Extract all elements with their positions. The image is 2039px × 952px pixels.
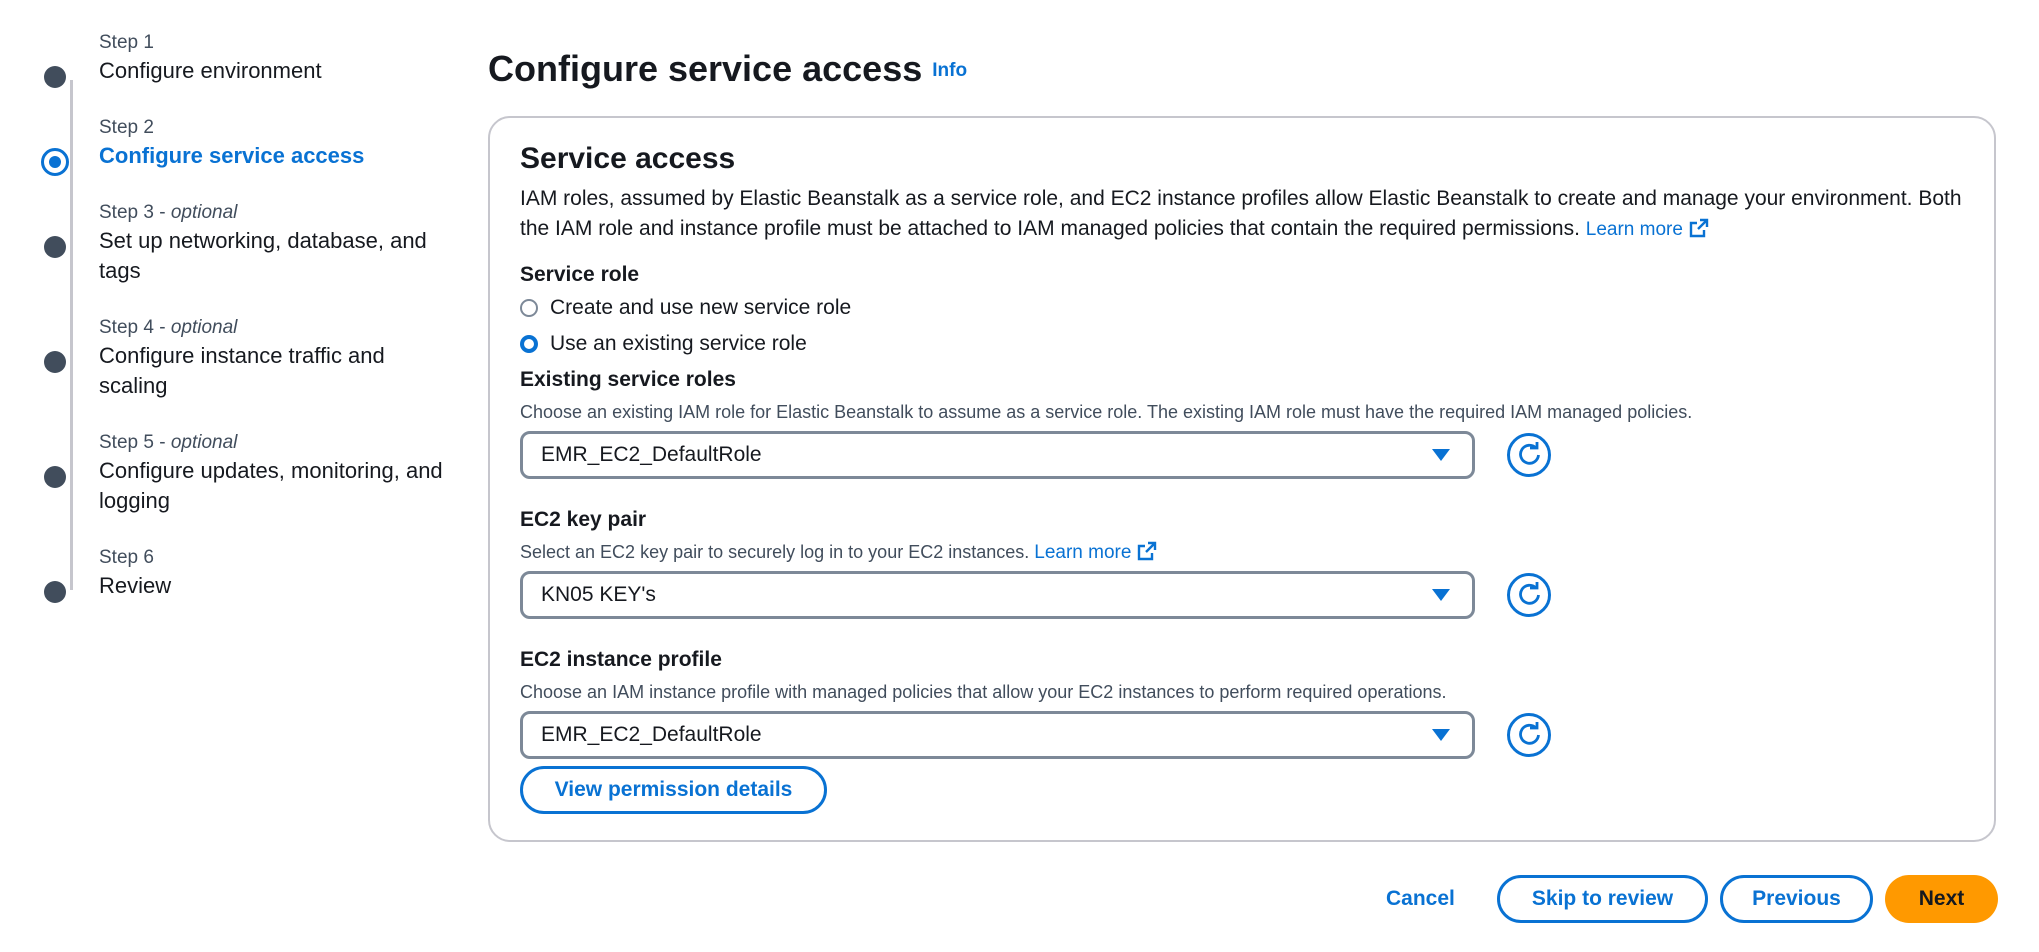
page-title: Configure service access Info	[488, 48, 967, 90]
service-role-label: Service role	[520, 263, 640, 286]
service-access-panel: Service access IAM roles, assumed by Ela…	[488, 116, 1996, 842]
radio-checked-icon[interactable]	[520, 335, 538, 353]
select-value: EMR_EC2_DefaultRole	[541, 723, 762, 746]
step-status-icon	[44, 236, 66, 258]
step-6[interactable]: Step 6 Review	[44, 545, 172, 603]
skip-to-review-button[interactable]: Skip to review	[1497, 875, 1708, 923]
step-status-icon	[44, 351, 66, 373]
radio-create-new-role[interactable]: Create and use new service role	[520, 296, 851, 320]
key-pair-label: EC2 key pair	[520, 508, 647, 531]
external-link-icon	[1138, 541, 1157, 561]
step-4[interactable]: Step 4 - optional Configure instance tra…	[44, 315, 459, 401]
step-title: Configure instance traffic and scaling	[99, 343, 385, 398]
step-number: Step 3 -	[99, 202, 171, 223]
next-button[interactable]: Next	[1885, 875, 1998, 923]
select-value: EMR_EC2_DefaultRole	[541, 443, 762, 466]
view-permission-details-button[interactable]: View permission details	[520, 766, 827, 814]
panel-description: IAM roles, assumed by Elastic Beanstalk …	[520, 184, 1970, 245]
key-pair-hint: Select an EC2 key pair to securely log i…	[520, 541, 1157, 564]
step-optional-tag: optional	[170, 317, 238, 338]
step-title: Configure updates, monitoring, and loggi…	[99, 458, 443, 513]
radio-label: Use an existing service role	[550, 332, 807, 355]
step-title: Configure environment	[99, 58, 322, 83]
step-number: Step 5 -	[99, 432, 171, 453]
caret-down-icon	[1432, 589, 1450, 601]
instance-profile-select[interactable]: EMR_EC2_DefaultRole	[520, 711, 1475, 759]
radio-use-existing-role[interactable]: Use an existing service role	[520, 332, 807, 356]
learn-more-link[interactable]: Learn more	[1585, 218, 1709, 240]
step-5[interactable]: Step 5 - optional Configure updates, mon…	[44, 430, 489, 516]
step-2[interactable]: Step 2 Configure service access	[41, 115, 365, 176]
radio-label: Create and use new service role	[550, 296, 852, 319]
step-title: Review	[99, 573, 172, 598]
refresh-roles-button[interactable]	[1507, 433, 1551, 477]
step-status-icon	[44, 581, 66, 603]
step-current-icon	[41, 148, 69, 176]
step-optional-tag: optional	[170, 202, 238, 223]
caret-down-icon	[1432, 729, 1450, 741]
cancel-button[interactable]: Cancel	[1386, 887, 1455, 911]
external-link-icon	[1689, 218, 1709, 238]
previous-button[interactable]: Previous	[1720, 875, 1873, 923]
existing-roles-select[interactable]: EMR_EC2_DefaultRole	[520, 431, 1475, 479]
step-number: Step 2	[99, 117, 154, 138]
step-title: Configure service access	[99, 143, 365, 168]
existing-roles-hint: Choose an existing IAM role for Elastic …	[520, 402, 1693, 422]
refresh-icon	[1519, 722, 1540, 745]
refresh-key-pairs-button[interactable]	[1507, 573, 1551, 617]
learn-more-label: Learn more	[1585, 219, 1683, 240]
instance-profile-hint: Choose an IAM instance profile with mana…	[520, 682, 1447, 702]
key-pair-select[interactable]: KN05 KEY's	[520, 571, 1475, 619]
refresh-instance-profiles-button[interactable]	[1507, 713, 1551, 757]
step-status-icon	[44, 66, 66, 88]
key-pair-hint-text: Select an EC2 key pair to securely log i…	[520, 542, 1030, 562]
step-number: Step 6	[99, 547, 154, 568]
key-pair-learn-more-link[interactable]: Learn more	[1034, 541, 1157, 563]
info-link[interactable]: Info	[932, 60, 967, 81]
step-1[interactable]: Step 1 Configure environment	[44, 30, 322, 88]
select-value: KN05 KEY's	[541, 583, 656, 606]
step-optional-tag: optional	[170, 432, 238, 453]
caret-down-icon	[1432, 449, 1450, 461]
radio-unchecked-icon[interactable]	[520, 299, 538, 317]
step-3[interactable]: Step 3 - optional Set up networking, dat…	[44, 200, 459, 286]
panel-heading: Service access	[520, 142, 736, 175]
panel-description-text: IAM roles, assumed by Elastic Beanstalk …	[520, 187, 1962, 240]
step-status-icon	[44, 466, 66, 488]
existing-roles-label: Existing service roles	[520, 368, 736, 391]
page-title-text: Configure service access	[488, 48, 923, 89]
instance-profile-label: EC2 instance profile	[520, 648, 722, 671]
learn-more-label: Learn more	[1034, 542, 1132, 563]
refresh-icon	[1519, 442, 1540, 465]
refresh-icon	[1519, 582, 1540, 605]
step-number: Step 4 -	[99, 317, 171, 338]
step-title: Set up networking, database, and tags	[99, 228, 427, 283]
step-number: Step 1	[99, 32, 154, 53]
